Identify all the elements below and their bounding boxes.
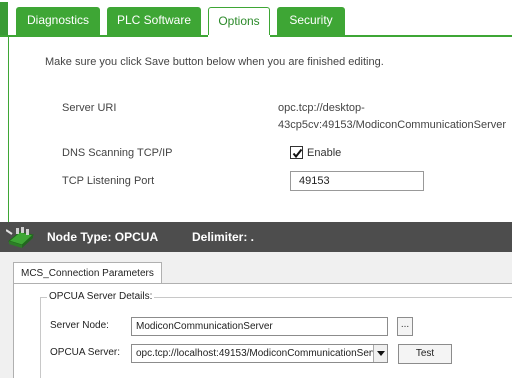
- chevron-down-icon: [377, 351, 385, 356]
- options-panel: Diagnostics PLC Software Options Securit…: [0, 0, 512, 222]
- tcp-port-input[interactable]: 49153: [290, 171, 424, 191]
- panel-left-border: [8, 36, 9, 222]
- node-type-bar: Node Type: OPCUA Delimiter: .: [0, 222, 512, 252]
- dns-enable-label[interactable]: Enable: [307, 147, 341, 159]
- opcua-server-label: OPCUA Server:: [50, 347, 121, 358]
- server-node-label: Server Node:: [50, 320, 109, 331]
- network-node-icon: [6, 227, 35, 248]
- tcp-port-label: TCP Listening Port: [62, 175, 155, 187]
- server-uri-value-line2: 43cp5cv:49153/ModiconCommunicationServer: [278, 119, 507, 131]
- opcua-server-details-title: OPCUA Server Details:: [47, 291, 155, 302]
- dropdown-arrow[interactable]: [373, 345, 387, 362]
- delimiter-label: Delimiter: .: [192, 230, 255, 244]
- save-notice: Make sure you click Save button below wh…: [45, 56, 384, 68]
- browse-button[interactable]: ...: [397, 317, 413, 336]
- server-uri-label: Server URI: [62, 102, 117, 114]
- tab-diagnostics[interactable]: Diagnostics: [16, 7, 100, 36]
- tab-mcs-connection-parameters[interactable]: MCS_Connection Parameters: [13, 262, 162, 284]
- node-type-label: Node Type: OPCUA: [47, 230, 159, 244]
- tab-options[interactable]: Options: [208, 7, 270, 37]
- tab-bar-edge: [0, 2, 8, 36]
- server-node-input[interactable]: ModiconCommunicationServer: [131, 317, 388, 336]
- tab-plc-software[interactable]: PLC Software: [107, 7, 201, 36]
- opcua-server-select[interactable]: opc.tcp://localhost:49153/ModiconCommuni…: [131, 344, 388, 363]
- test-button[interactable]: Test: [398, 344, 452, 364]
- active-tab-gap: [208, 35, 270, 37]
- opcua-server-details-group: [40, 297, 512, 378]
- server-uri-value-line1: opc.tcp://desktop-: [278, 102, 365, 114]
- dns-enable-checkbox[interactable]: [290, 146, 303, 159]
- checkmark-icon: [292, 148, 303, 159]
- tab-bar: Diagnostics PLC Software Options Securit…: [0, 0, 512, 37]
- tab-security[interactable]: Security: [277, 7, 345, 36]
- opcua-server-value: opc.tcp://localhost:49153/ModiconCommuni…: [136, 348, 387, 359]
- dns-scanning-label: DNS Scanning TCP/IP: [62, 147, 173, 159]
